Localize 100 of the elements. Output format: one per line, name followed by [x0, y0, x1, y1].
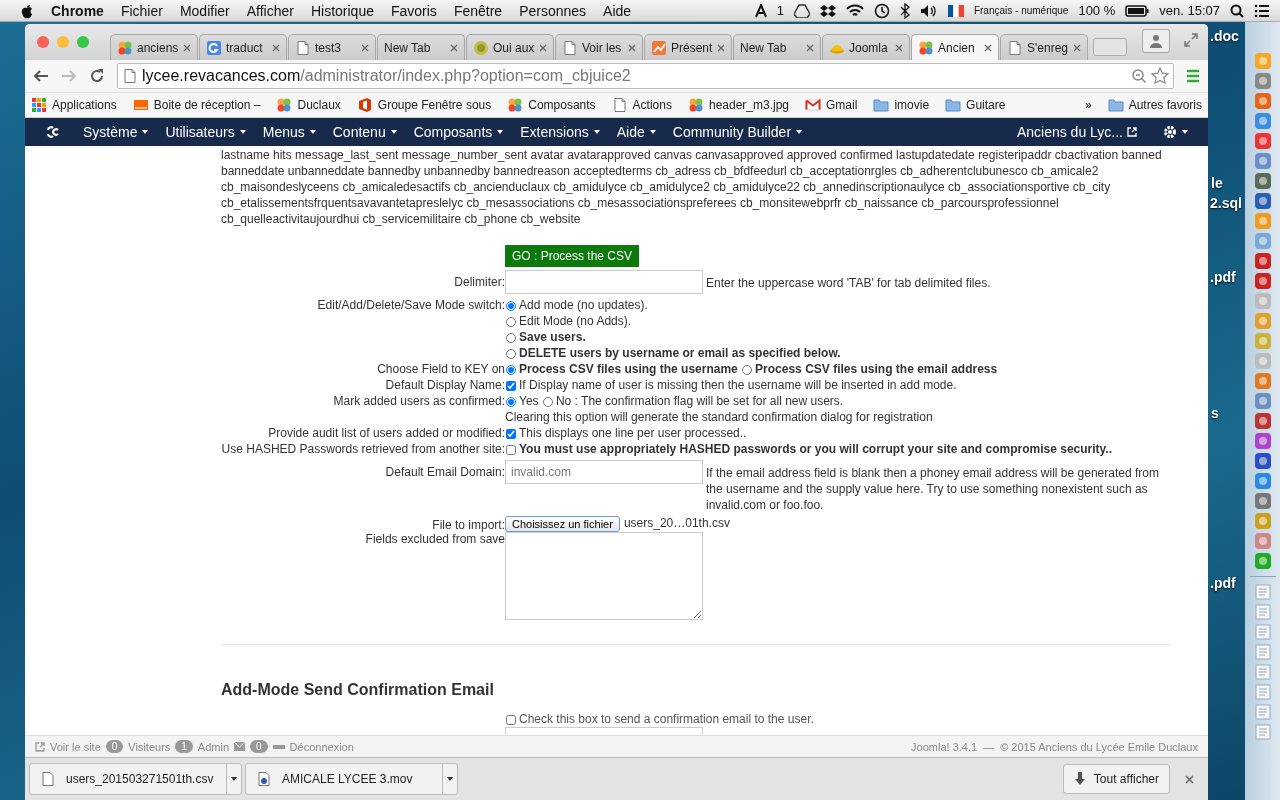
clock-icon[interactable] — [873, 2, 890, 19]
more-bookmarks-button[interactable]: » — [1084, 98, 1092, 112]
app-icon[interactable] — [1253, 372, 1272, 390]
browser-tab[interactable]: traduct — [199, 34, 287, 60]
browser-tab[interactable]: Oui aux — [466, 34, 554, 60]
app-icon[interactable] — [1253, 392, 1272, 410]
app-icon[interactable] — [1253, 132, 1272, 150]
browser-tab[interactable]: Ancien — [911, 34, 999, 60]
app-icon[interactable] — [1253, 152, 1272, 170]
menu-item[interactable]: Personnes — [519, 2, 587, 19]
app-icon[interactable] — [1253, 172, 1272, 190]
app-icon[interactable] — [1253, 452, 1272, 470]
app-menu[interactable]: Chrome — [51, 2, 104, 19]
bookmark[interactable]: Actions — [611, 97, 672, 113]
admin-menu-item[interactable]: Extensions — [520, 124, 600, 140]
admin-menu-item[interactable]: Menus — [262, 124, 316, 140]
app-icon[interactable] — [1253, 72, 1272, 90]
close-icon[interactable] — [450, 43, 458, 52]
star-icon[interactable] — [1151, 67, 1169, 85]
bookmark[interactable]: Boite de réception – — [132, 97, 261, 113]
admin-menu-item[interactable]: Composants — [413, 124, 504, 140]
file-label[interactable]: le — [1211, 175, 1223, 191]
back-icon[interactable] — [33, 69, 49, 83]
bookmark[interactable]: Duclaux — [276, 97, 341, 113]
radio-button[interactable] — [506, 300, 516, 311]
download-item[interactable]: users_201503271501th.csv — [29, 763, 242, 795]
radio-button[interactable] — [542, 396, 553, 407]
menu-item[interactable]: Fenêtre — [453, 2, 503, 19]
bluetooth-icon[interactable] — [899, 2, 910, 19]
browser-tab[interactable]: New Tab — [377, 34, 465, 60]
app-icon[interactable] — [1253, 92, 1272, 110]
menu-item[interactable]: Afficher — [246, 2, 294, 19]
radio-button[interactable] — [742, 364, 753, 375]
text-field[interactable] — [505, 270, 703, 294]
speaker-icon[interactable] — [919, 3, 938, 18]
checkbox[interactable] — [506, 444, 516, 455]
close-icon[interactable] — [628, 43, 636, 52]
file-label[interactable]: .doc — [1210, 28, 1239, 44]
swirl-icon[interactable] — [45, 124, 61, 140]
file-label[interactable]: 2.sql — [1210, 195, 1242, 211]
menu-item[interactable]: Modifier — [179, 2, 230, 19]
battery-icon[interactable] — [1125, 4, 1150, 17]
zoom-icon[interactable] — [1131, 68, 1147, 84]
file-label[interactable]: s — [1211, 405, 1219, 421]
radio-button[interactable] — [506, 332, 516, 343]
bookmark[interactable]: Gmail — [805, 97, 858, 113]
radio-button[interactable] — [506, 396, 516, 407]
app-icon[interactable] — [1253, 112, 1272, 130]
admin-menu-item[interactable]: Aide — [616, 124, 656, 140]
close-icon[interactable] — [984, 43, 992, 52]
browser-tab[interactable]: S'enreg — [1000, 34, 1088, 60]
apple-icon[interactable] — [20, 2, 34, 19]
browser-tab[interactable]: Voir les — [555, 34, 643, 60]
browser-tab[interactable]: anciens — [110, 34, 198, 60]
bookmark[interactable]: header_m3.jpg — [687, 97, 790, 113]
bookmark-folder[interactable]: Autres favoris — [1107, 97, 1202, 113]
choose-file-button[interactable]: Choisissez un fichier — [505, 516, 620, 532]
wifi-icon[interactable] — [845, 3, 864, 18]
letter-icon[interactable] — [754, 3, 767, 18]
caret-icon[interactable] — [231, 777, 237, 781]
app-icon[interactable] — [1253, 472, 1272, 490]
close-icon[interactable] — [539, 43, 547, 52]
file-label[interactable]: .pdf — [1210, 575, 1236, 591]
triangle-icon[interactable] — [793, 3, 810, 18]
caret-icon[interactable] — [447, 777, 453, 781]
profile-button[interactable] — [1142, 29, 1170, 53]
fullscreen-icon[interactable] — [1184, 33, 1198, 47]
app-icon[interactable] — [1253, 432, 1272, 450]
clock[interactable]: ven. 15:07 — [1159, 3, 1220, 18]
radio-button[interactable] — [506, 316, 516, 327]
menu-icon[interactable] — [1254, 3, 1270, 18]
address-bar[interactable]: lycee.revacances.com/administrator/index.php?option=com_cbjuice2 — [117, 63, 1174, 89]
bookmark[interactable]: Applications — [31, 97, 117, 113]
admin-menu-item[interactable]: Système — [83, 124, 149, 140]
bookmark[interactable]: Composants — [507, 97, 596, 113]
admin-menu-item[interactable]: Contenu — [332, 124, 397, 140]
process-button[interactable]: GO : Process the CSV — [505, 245, 640, 267]
file-label[interactable]: .pdf — [1210, 269, 1236, 285]
browser-tab[interactable]: Présent — [644, 34, 732, 60]
close-icon[interactable] — [806, 43, 814, 52]
flag-icon[interactable] — [947, 4, 964, 17]
menu-item[interactable]: Aide — [603, 2, 632, 19]
menu-item[interactable]: Fichier — [120, 2, 163, 19]
show-all-button[interactable]: Tout afficher — [1062, 764, 1170, 794]
menu-item[interactable]: Favoris — [390, 2, 437, 19]
reload-icon[interactable] — [89, 68, 105, 84]
radio-button[interactable] — [506, 364, 516, 375]
checkbox[interactable] — [506, 428, 516, 439]
app-icon[interactable] — [1253, 492, 1272, 510]
settings-menu[interactable] — [1163, 125, 1188, 139]
site-link[interactable]: Anciens du Lyc... — [1016, 124, 1137, 140]
close-icon[interactable] — [361, 43, 369, 52]
radio-button[interactable] — [506, 348, 516, 359]
download-item[interactable]: AMICALE LYCEE 3.mov — [245, 763, 458, 795]
app-icon[interactable] — [1253, 272, 1272, 290]
checkbox[interactable] — [506, 714, 516, 725]
browser-tab[interactable]: Joomla — [822, 34, 910, 60]
browser-tab[interactable]: test3 — [288, 34, 376, 60]
admin-menu-item[interactable]: Utilisateurs — [165, 124, 246, 140]
bookmark[interactable]: Guitare — [945, 97, 1006, 113]
